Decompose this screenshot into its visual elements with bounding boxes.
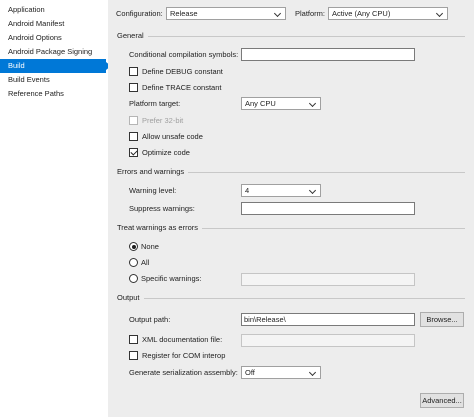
platform-target-value: Any CPU (245, 99, 276, 108)
sidebar-item-label: Build Events (8, 75, 50, 84)
sidebar-item-label: Application (8, 5, 45, 14)
register-com-interop-checkbox[interactable] (129, 351, 138, 360)
define-trace-checkbox[interactable] (129, 83, 138, 92)
configuration-value: Release (170, 9, 198, 18)
serialization-assembly-select[interactable]: Off (241, 366, 321, 379)
sidebar-item-label: Reference Paths (8, 89, 64, 98)
sidebar-item-label: Build (8, 61, 25, 70)
define-debug-label: Define DEBUG constant (142, 67, 223, 76)
serialization-assembly-label: Generate serialization assembly: (129, 368, 238, 377)
section-title: Errors and warnings (117, 167, 189, 177)
general-section-header: General (117, 31, 465, 41)
platform-target-select[interactable]: Any CPU (241, 97, 321, 110)
sidebar-item-android-package-signing[interactable]: Android Package Signing (0, 45, 106, 59)
conditional-symbols-input[interactable] (241, 48, 415, 61)
advanced-button[interactable]: Advanced... (420, 393, 464, 408)
sidebar: Application Android Manifest Android Opt… (0, 0, 111, 417)
platform-value: Active (Any CPU) (332, 9, 391, 18)
warning-level-value: 4 (245, 186, 250, 195)
output-path-input[interactable]: bin\Release\ (241, 313, 415, 326)
platform-target-label: Platform target: (129, 99, 181, 108)
xml-documentation-checkbox[interactable] (129, 335, 138, 344)
define-debug-checkbox[interactable] (129, 67, 138, 76)
treat-warnings-none-label: None (141, 242, 159, 251)
suppress-warnings-input[interactable] (241, 202, 415, 215)
optimize-code-checkbox[interactable] (129, 148, 138, 157)
platform-select[interactable]: Active (Any CPU) (328, 7, 448, 20)
errors-section-header: Errors and warnings (117, 167, 465, 177)
chevron-down-icon (436, 8, 444, 19)
xml-documentation-label: XML documentation file: (142, 335, 223, 344)
treat-warnings-specific-radio[interactable] (129, 274, 138, 283)
output-section-header: Output (117, 293, 465, 303)
warning-level-label: Warning level: (129, 186, 177, 195)
chevron-down-icon (274, 8, 282, 19)
optimize-code-label: Optimize code (142, 148, 190, 157)
treat-warnings-all-label: All (141, 258, 150, 267)
section-title: Treat warnings as errors (117, 223, 202, 233)
section-title: General (117, 31, 148, 41)
sidebar-item-build[interactable]: Build (0, 59, 111, 73)
input-value: bin\Release\ (244, 315, 286, 324)
divider (117, 298, 465, 299)
divider (117, 36, 465, 37)
output-path-label: Output path: (129, 315, 171, 324)
platform-label: Platform: (295, 9, 326, 18)
define-trace-label: Define TRACE constant (142, 83, 222, 92)
treat-warnings-specific-label: Specific warnings: (141, 274, 202, 283)
specific-warnings-input[interactable] (241, 273, 415, 286)
build-settings-panel: Configuration: Release Platform: Active … (108, 0, 474, 417)
treat-warnings-all-radio[interactable] (129, 258, 138, 267)
sidebar-item-label: Android Package Signing (8, 47, 93, 56)
conditional-symbols-label: Conditional compilation symbols: (129, 50, 239, 59)
chevron-down-icon (309, 98, 317, 109)
sidebar-item-label: Android Options (8, 33, 62, 42)
serialization-assembly-value: Off (245, 368, 255, 377)
xml-documentation-input[interactable] (241, 334, 415, 347)
prefer-32-bit-checkbox[interactable] (129, 116, 138, 125)
register-com-interop-label: Register for COM interop (142, 351, 226, 360)
sidebar-item-build-events[interactable]: Build Events (0, 73, 106, 87)
allow-unsafe-code-checkbox[interactable] (129, 132, 138, 141)
sidebar-item-android-manifest[interactable]: Android Manifest (0, 17, 106, 31)
sidebar-item-application[interactable]: Application (0, 3, 106, 17)
treat-warnings-section-header: Treat warnings as errors (117, 223, 465, 233)
section-title: Output (117, 293, 144, 303)
browse-button[interactable]: Browse... (420, 312, 464, 327)
prefer-32-bit-label: Prefer 32-bit (142, 116, 184, 125)
allow-unsafe-code-label: Allow unsafe code (142, 132, 203, 141)
suppress-warnings-label: Suppress warnings: (129, 204, 195, 213)
configuration-select[interactable]: Release (166, 7, 286, 20)
treat-warnings-none-radio[interactable] (129, 242, 138, 251)
chevron-down-icon (309, 185, 317, 196)
configuration-label: Configuration: (116, 9, 163, 18)
sidebar-item-android-options[interactable]: Android Options (0, 31, 106, 45)
sidebar-item-label: Android Manifest (8, 19, 65, 28)
warning-level-select[interactable]: 4 (241, 184, 321, 197)
sidebar-item-reference-paths[interactable]: Reference Paths (0, 87, 106, 101)
chevron-down-icon (309, 367, 317, 378)
